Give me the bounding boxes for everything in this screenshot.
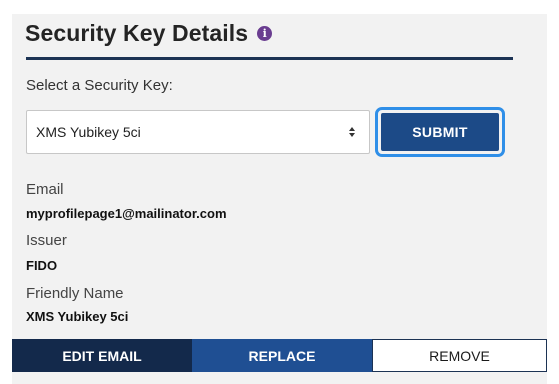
select-key-label: Select a Security Key: bbox=[26, 77, 173, 94]
security-key-select[interactable]: XMS Yubikey 5ci bbox=[26, 110, 370, 154]
submit-focus-ring: SUBMIT bbox=[375, 107, 505, 157]
issuer-value: FIDO bbox=[26, 258, 58, 273]
email-value: myprofilepage1@mailinator.com bbox=[26, 206, 227, 221]
friendly-name-value: XMS Yubikey 5ci bbox=[26, 309, 129, 324]
select-arrows-icon bbox=[349, 127, 355, 137]
submit-button[interactable]: SUBMIT bbox=[381, 113, 499, 151]
info-icon[interactable]: i bbox=[257, 26, 273, 41]
selected-key-value: XMS Yubikey 5ci bbox=[36, 124, 141, 140]
friendly-name-label: Friendly Name bbox=[26, 285, 124, 302]
security-key-panel bbox=[12, 14, 547, 384]
title-divider bbox=[26, 57, 513, 60]
email-label: Email bbox=[26, 181, 64, 198]
header: Security Key Details i bbox=[25, 20, 273, 47]
replace-button[interactable]: REPLACE bbox=[192, 339, 372, 372]
action-bar: EDIT EMAIL REPLACE REMOVE bbox=[12, 339, 547, 372]
page-title: Security Key Details bbox=[25, 20, 249, 46]
edit-email-button[interactable]: EDIT EMAIL bbox=[12, 339, 192, 372]
remove-button[interactable]: REMOVE bbox=[372, 339, 547, 372]
issuer-label: Issuer bbox=[26, 232, 67, 249]
